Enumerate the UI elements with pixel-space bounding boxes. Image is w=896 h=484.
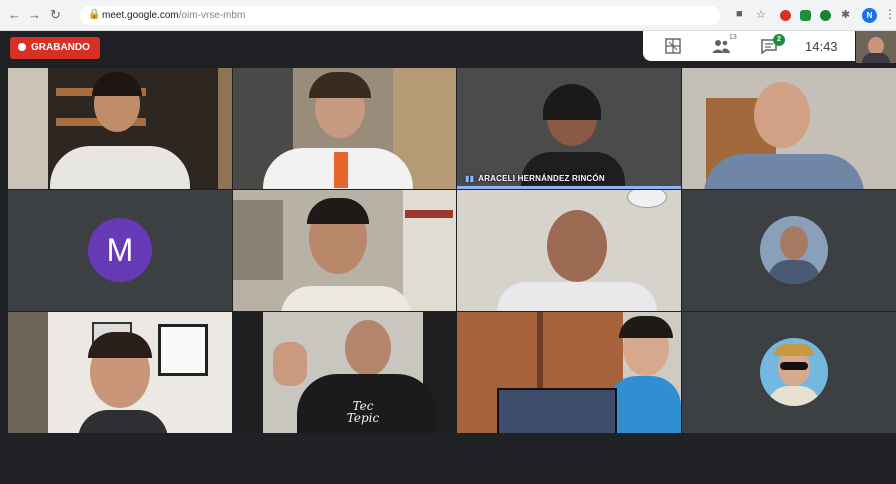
forward-icon[interactable]: → (28, 7, 41, 22)
participant-tile[interactable] (457, 190, 681, 311)
participant-tile[interactable] (8, 312, 232, 433)
extension-check-icon[interactable] (820, 10, 831, 21)
participant-tile-camera-off[interactable]: M (8, 190, 232, 311)
star-icon[interactable]: ☆ (756, 8, 766, 21)
shirt-print: Tec Tepic (346, 399, 380, 425)
reload-icon[interactable]: ↻ (50, 7, 61, 23)
recording-badge: GRABANDO (10, 37, 100, 59)
participant-tile[interactable] (233, 190, 456, 311)
participant-tile[interactable] (682, 68, 896, 189)
participant-tile-active-speaker[interactable]: ▮▮ ARACELI HERNÁNDEZ RINCÓN (457, 68, 681, 189)
participants-count: 13 (729, 34, 737, 41)
participant-avatar: M (88, 218, 152, 282)
participant-tile[interactable] (233, 68, 456, 189)
self-view-thumbnail[interactable] (856, 31, 896, 63)
speaking-indicator (457, 186, 681, 189)
more-vert-icon[interactable]: ⋮ (884, 7, 896, 21)
participant-tile-camera-off[interactable] (682, 312, 896, 433)
url-text: meet.google.com/oim-vrse-mbm (102, 10, 246, 21)
back-icon[interactable]: ← (8, 7, 21, 22)
participant-name-label: ▮▮ ARACELI HERNÁNDEZ RINCÓN (465, 174, 605, 183)
record-dot-icon (18, 43, 26, 51)
participant-tile[interactable]: Tec Tepic (233, 312, 456, 433)
address-bar[interactable]: 🔒 meet.google.com/oim-vrse-mbm (80, 6, 720, 25)
chat-unread-badge: 2 (773, 34, 785, 46)
profile-avatar[interactable]: N (862, 8, 877, 23)
extension-stop-icon[interactable] (780, 10, 791, 21)
participant-tile[interactable] (8, 68, 232, 189)
participant-avatar-photo (760, 216, 828, 284)
meet-stage: GRABANDO 13 2 14:43 ▮▮ ARACELI HERNÁNDEZ… (0, 31, 896, 484)
people-icon[interactable] (711, 37, 731, 55)
participant-avatar-photo (760, 338, 828, 406)
layout-grid-icon[interactable] (663, 37, 683, 55)
puzzle-icon[interactable]: ✱ (841, 8, 850, 21)
participant-tile-camera-off[interactable] (682, 190, 896, 311)
audio-wave-icon: ▮▮ (465, 174, 475, 183)
participant-tile[interactable] (457, 312, 681, 433)
lock-icon: 🔒 (88, 9, 101, 20)
extension-green-icon[interactable] (800, 10, 811, 21)
meet-top-bar: 13 2 14:43 (643, 31, 855, 61)
camera-icon[interactable]: ■ (736, 8, 743, 20)
meeting-clock: 14:43 (805, 39, 838, 54)
browser-toolbar: ← → ↻ 🔒 meet.google.com/oim-vrse-mbm ■ ☆… (0, 0, 896, 31)
